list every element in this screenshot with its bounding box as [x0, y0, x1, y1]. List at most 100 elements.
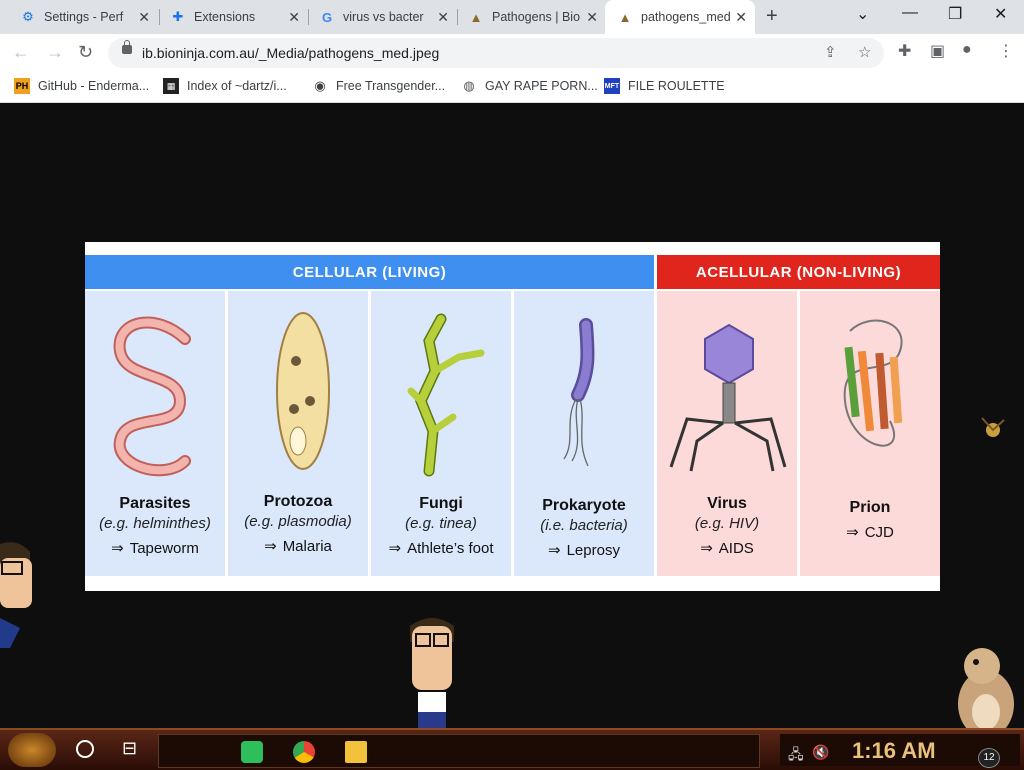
start-button[interactable]: [8, 733, 56, 767]
panel-name: Virus: [707, 495, 747, 512]
google-icon: G: [321, 9, 333, 25]
bookmark-star-icon[interactable]: ☆: [858, 43, 871, 61]
tab-title: pathogens_med: [641, 10, 731, 24]
bookmark-label: GitHub - Enderma...: [38, 79, 150, 93]
address-bar[interactable]: ib.bioninja.com.au/_Media/pathogens_med.…: [108, 38, 884, 68]
back-button[interactable]: ←: [12, 42, 30, 63]
panel-name: Parasites: [119, 495, 191, 512]
arrow-icon: ⇒: [548, 542, 561, 559]
panel-name: Prokaryote: [542, 497, 626, 514]
panel-example: (e.g. HIV): [694, 515, 760, 532]
close-icon[interactable]: ✕: [586, 9, 598, 26]
panel-prion: Prion ⇒ CJD: [800, 291, 940, 576]
bookmarks-bar: PH GitHub - Enderma... ▦ Index of ~dartz…: [0, 72, 1024, 103]
search-icon[interactable]: [76, 740, 94, 758]
restore-button[interactable]: ❐: [948, 4, 962, 24]
chrome-icon[interactable]: [293, 741, 315, 763]
disease-label: CJD: [864, 524, 894, 541]
browser-toolbar: ← → ↻ ib.bioninja.com.au/_Media/pathogen…: [0, 34, 1024, 72]
insect-decoration: [978, 414, 1008, 444]
mft-icon: MFT: [604, 78, 620, 94]
panel-disease: ⇒ Malaria: [228, 537, 368, 555]
close-icon[interactable]: ✕: [138, 9, 150, 26]
gear-icon: ⚙: [22, 9, 34, 24]
bioninja-icon: ▲: [618, 9, 632, 25]
tab-title: virus vs bacter: [343, 10, 424, 24]
extensions-icon[interactable]: ✚: [898, 41, 911, 61]
panel-disease: ⇒ AIDS: [657, 539, 797, 557]
tab-title: Settings - Perf: [44, 10, 124, 24]
tab-extensions[interactable]: ✚ Extensions ✕: [158, 0, 308, 34]
bookmark-label: FILE ROULETTE: [628, 79, 725, 93]
bacterium-illustration: [563, 318, 595, 467]
header-cellular: CELLULAR (LIVING): [85, 255, 654, 289]
cartoon-character-left: [0, 538, 34, 648]
tab-pathogens-med[interactable]: ▲ pathogens_med ✕: [605, 0, 755, 34]
panel-disease: ⇒ Tapeworm: [85, 539, 225, 557]
tab-search-icon[interactable]: ⌄: [856, 4, 869, 24]
bookmark-label: Index of ~dartz/i...: [187, 79, 287, 93]
tab-strip: ⚙ Settings - Perf ✕ ✚ Extensions ✕ G vir…: [0, 0, 1024, 34]
panel-fungi: Fungi (e.g. tinea) ⇒ Athlete’s foot: [371, 291, 511, 576]
panel-prokaryote: Prokaryote (i.e. bacteria) ⇒ Leprosy: [514, 291, 654, 576]
forward-button[interactable]: →: [46, 42, 64, 63]
pathogens-image: CELLULAR (LIVING) ACELLULAR (NON-LIVING)…: [85, 242, 940, 591]
puzzle-icon: ✚: [172, 9, 184, 24]
tab-title: Extensions: [194, 10, 256, 24]
panel-name: Fungi: [419, 495, 463, 512]
panel-virus: Virus (e.g. HIV) ⇒ AIDS: [657, 291, 797, 576]
bookmark-free-transgender[interactable]: ◉ Free Transgender...: [312, 78, 445, 94]
taskbar: ⊟ 🖧 🔇 1:16 AM 12: [0, 728, 1024, 770]
panel-disease: ⇒ Athlete’s foot: [371, 539, 511, 557]
globe-icon: ◉: [314, 78, 326, 93]
disease-label: Athlete’s foot: [407, 540, 494, 557]
clock[interactable]: 1:16 AM: [852, 738, 936, 764]
network-icon[interactable]: 🖧: [788, 744, 804, 768]
file-explorer-icon[interactable]: [345, 741, 367, 763]
arrow-icon: ⇒: [264, 538, 277, 555]
reload-button[interactable]: ↻: [78, 42, 93, 63]
share-icon[interactable]: ⇪: [824, 43, 837, 61]
minimize-button[interactable]: —: [902, 4, 918, 22]
bacteriophage-illustration: [669, 323, 787, 472]
panel-parasites: Parasites (e.g. helminthes) ⇒ Tapeworm: [85, 291, 225, 576]
taskbar-apps: [158, 734, 760, 768]
disease-label: Leprosy: [566, 542, 620, 559]
disease-label: Malaria: [282, 538, 332, 555]
arrow-icon: ⇒: [700, 540, 713, 557]
tab-virus-vs-bacteria[interactable]: G virus vs bacter ✕: [307, 0, 457, 34]
tab-title: Pathogens | Bio: [492, 10, 581, 24]
arrow-icon: ⇒: [846, 524, 859, 541]
panel-example: (e.g. tinea): [405, 515, 477, 532]
cartoon-character-center: [404, 612, 460, 728]
panel-disease: ⇒ Leprosy: [514, 541, 654, 559]
disease-label: AIDS: [718, 540, 754, 557]
bookmark-github[interactable]: PH GitHub - Enderma...: [14, 78, 149, 94]
close-icon[interactable]: ✕: [288, 9, 300, 26]
side-panel-icon[interactable]: ▣: [930, 41, 945, 61]
arrow-icon: ⇒: [111, 540, 124, 557]
hamster-mascot: [946, 644, 1022, 740]
notification-badge[interactable]: 12: [978, 748, 1000, 768]
menu-icon[interactable]: ⋮: [998, 41, 1014, 61]
tab-pathogens[interactable]: ▲ Pathogens | Bio ✕: [456, 0, 606, 34]
profile-avatar-icon[interactable]: ●: [962, 41, 972, 59]
tapeworm-illustration: [113, 316, 191, 477]
close-icon[interactable]: ✕: [735, 9, 747, 26]
bookmark-file-roulette[interactable]: MFT FILE ROULETTE: [604, 78, 725, 94]
folder-icon: ▦: [163, 78, 179, 94]
bookmark-gay[interactable]: ◍ GAY RAPE PORN...: [461, 78, 598, 94]
new-tab-button[interactable]: +: [766, 5, 778, 28]
bioninja-icon: ▲: [469, 9, 483, 25]
volume-muted-icon[interactable]: 🔇: [812, 744, 829, 761]
panel-example: (e.g. helminthes): [99, 515, 211, 532]
tab-settings[interactable]: ⚙ Settings - Perf ✕: [8, 0, 158, 34]
panel-protozoa: Protozoa (e.g. plasmodia) ⇒ Malaria: [228, 291, 368, 576]
bookmark-label: GAY RAPE PORN...: [485, 79, 598, 93]
notes-app-icon[interactable]: [241, 741, 263, 763]
bookmark-label: Free Transgender...: [336, 79, 446, 93]
task-view-icon[interactable]: ⊟: [122, 738, 137, 759]
close-icon[interactable]: ✕: [437, 9, 449, 26]
bookmark-index-of[interactable]: ▦ Index of ~dartz/i...: [163, 78, 287, 94]
close-window-button[interactable]: ✕: [994, 4, 1007, 24]
